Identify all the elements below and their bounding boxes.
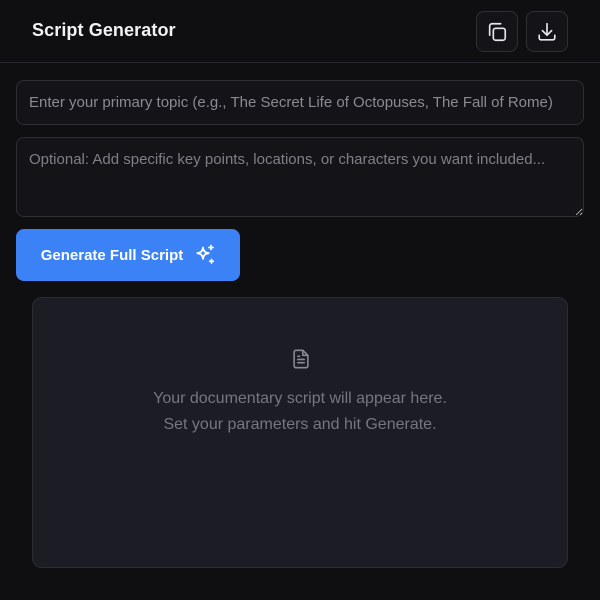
details-textarea[interactable] (16, 137, 584, 217)
page-title: Script Generator (32, 20, 176, 40)
sparkles-icon (196, 244, 215, 264)
file-text-icon (293, 349, 309, 369)
empty-state-hint: Set your parameters and hit Generate. (163, 416, 437, 433)
copy-button[interactable] (476, 11, 518, 52)
copy-icon (488, 22, 507, 41)
generate-script-label: Generate Full Script (40, 246, 184, 264)
header: Script Generator (0, 0, 600, 63)
download-icon (538, 22, 556, 41)
script-generator-app: Script Generator Generate Full Script (0, 0, 600, 600)
topic-input[interactable] (16, 80, 584, 125)
download-button[interactable] (526, 11, 568, 52)
empty-state-message: Your documentary script will appear here… (153, 390, 447, 407)
generate-script-button[interactable]: Generate Full Script (16, 229, 240, 281)
script-output-panel: Your documentary script will appear here… (32, 297, 568, 568)
